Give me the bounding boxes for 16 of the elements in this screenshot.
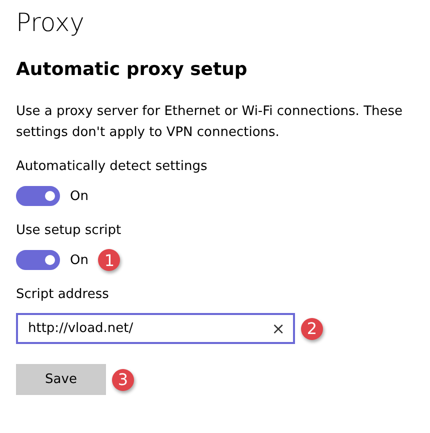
callout-badge: 3 (112, 368, 134, 390)
callout-badge: 2 (301, 318, 323, 340)
setting-label: Automatically detect settings (16, 158, 208, 176)
description: Use a proxy server for Ethernet or Wi-Fi connections. These settings don't apply to VPN connections. (16, 103, 404, 142)
setting-label: Use setup script (16, 222, 122, 240)
script-address-field[interactable]: http://vload.net/ × (16, 313, 295, 344)
clear-button[interactable]: × (272, 319, 285, 338)
toggle-state: On (70, 252, 88, 268)
save-button[interactable]: Save (16, 364, 106, 395)
field-label: Script address (16, 286, 110, 304)
toggle-switch[interactable] (16, 250, 60, 270)
page-title: Proxy (16, 7, 86, 39)
toggle-state: On (70, 188, 88, 204)
toggle-switch[interactable] (16, 186, 60, 206)
section-title: Automatic proxy setup (16, 58, 248, 82)
callout-badge: 1 (98, 249, 120, 271)
